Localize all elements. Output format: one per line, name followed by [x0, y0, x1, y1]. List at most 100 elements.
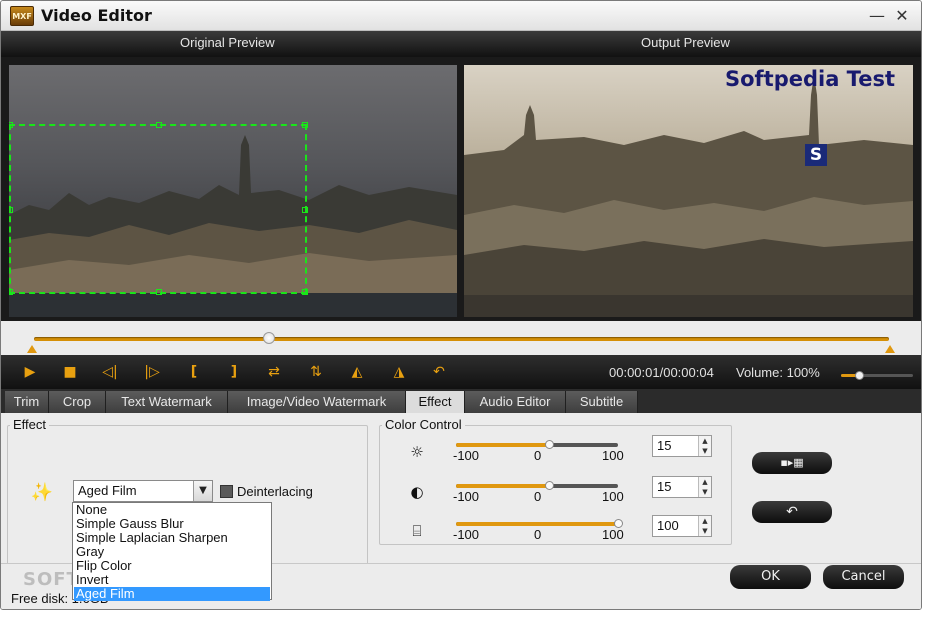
saturation-spinner[interactable]: ▲ ▼ [698, 516, 711, 536]
effect-option-gauss-blur[interactable]: Simple Gauss Blur [74, 517, 270, 531]
saturation-value-input[interactable]: 100 ▲ ▼ [652, 515, 712, 537]
brightness-fill [456, 443, 550, 447]
crop-handle[interactable] [9, 122, 13, 128]
window-title: Video Editor [41, 6, 152, 25]
contrast-min-label: -100 [453, 489, 480, 504]
saturation-value: 100 [657, 518, 679, 533]
saturation-mid-label: 0 [534, 527, 542, 542]
saturation-slider[interactable] [456, 519, 623, 528]
tab-effect[interactable]: Effect [406, 391, 465, 413]
trim-start-marker[interactable] [27, 345, 37, 353]
app-icon: MXF [10, 6, 34, 26]
tab-audio-editor[interactable]: Audio Editor [465, 391, 566, 413]
swap-button[interactable]: ⇄ [263, 362, 285, 382]
crop-handle[interactable] [9, 289, 13, 295]
volume-slider[interactable] [841, 371, 913, 380]
spin-up-icon[interactable]: ▲ [699, 516, 711, 526]
split-button[interactable]: ⇅ [305, 362, 327, 382]
undo-button[interactable]: ↶ [428, 362, 450, 382]
tab-image-video-watermark[interactable]: Image/Video Watermark [228, 391, 406, 413]
playback-control-bar: ▶ ■ ◁| |▷ [ ] ⇄ ⇅ ◭ ◮ ↶ 00:00:01/00:00:0… [1, 355, 921, 389]
effect-option-none[interactable]: None [74, 503, 270, 517]
apply-to-all-button[interactable]: ▪▸▦ [752, 452, 832, 474]
contrast-value: 15 [657, 479, 672, 494]
contrast-spinner[interactable]: ▲ ▼ [698, 477, 711, 497]
spin-down-icon[interactable]: ▼ [699, 446, 711, 456]
original-preview-label: Original Preview [180, 35, 275, 50]
brightness-value-input[interactable]: 15 ▲ ▼ [652, 435, 712, 457]
contrast-max-label: 100 [602, 489, 624, 504]
effect-option-gray[interactable]: Gray [74, 545, 270, 559]
contrast-value-input[interactable]: 15 ▲ ▼ [652, 476, 712, 498]
crop-handle[interactable] [302, 289, 308, 295]
effect-option-flip-color[interactable]: Flip Color [74, 559, 270, 573]
saturation-icon: ⌸ [412, 522, 422, 540]
spin-up-icon[interactable]: ▲ [699, 436, 711, 446]
minimize-button[interactable]: — [867, 6, 887, 26]
deinterlacing-checkbox[interactable] [220, 485, 233, 498]
brightness-spinner[interactable]: ▲ ▼ [698, 436, 711, 456]
saturation-min-label: -100 [453, 527, 480, 542]
effect-option-laplacian-sharpen[interactable]: Simple Laplacian Sharpen [74, 531, 270, 545]
cancel-button[interactable]: Cancel [823, 565, 904, 589]
tab-subtitle[interactable]: Subtitle [566, 391, 638, 413]
next-frame-button[interactable]: |▷ [141, 362, 163, 382]
title-bar: MXF Video Editor — ✕ [1, 1, 921, 31]
deinterlacing-label: Deinterlacing [237, 484, 313, 499]
spin-down-icon[interactable]: ▼ [699, 526, 711, 536]
spin-up-icon[interactable]: ▲ [699, 477, 711, 487]
brightness-value: 15 [657, 438, 672, 453]
effect-option-invert[interactable]: Invert [74, 573, 270, 587]
contrast-icon: ◐ [410, 483, 424, 501]
effect-group-label: Effect [10, 417, 50, 432]
preview-area: Softpedia Test S [1, 57, 921, 355]
output-city-skyline [464, 75, 913, 317]
watermark-text: Softpedia Test [724, 67, 895, 91]
effect-select[interactable]: Aged Film ▼ [73, 480, 213, 502]
ok-button[interactable]: OK [730, 565, 811, 589]
timeline-track[interactable] [34, 337, 889, 341]
close-button[interactable]: ✕ [892, 6, 912, 26]
tab-bar: Trim Crop Text Watermark Image/Video Wat… [1, 389, 921, 413]
mark-in-button[interactable]: [ [183, 362, 205, 382]
original-preview[interactable] [9, 65, 457, 317]
crop-handle[interactable] [302, 207, 308, 213]
saturation-fill [456, 522, 618, 526]
crop-handle[interactable] [9, 207, 13, 213]
tab-text-watermark[interactable]: Text Watermark [106, 391, 228, 413]
crop-handle[interactable] [156, 289, 162, 295]
previous-frame-button[interactable]: ◁| [99, 362, 121, 382]
effect-select-value: Aged Film [78, 483, 137, 498]
time-readout: 00:00:01/00:00:04 [609, 365, 714, 380]
reset-button[interactable]: ↶ [752, 501, 832, 523]
output-preview: Softpedia Test S [464, 65, 913, 317]
volume-thumb[interactable] [855, 371, 864, 380]
brightness-min-label: -100 [453, 448, 480, 463]
contrast-slider[interactable] [456, 481, 618, 490]
spin-down-icon[interactable]: ▼ [699, 487, 711, 497]
flip-horizontal-button[interactable]: ◭ [346, 362, 368, 382]
effect-dropdown-list[interactable]: None Simple Gauss Blur Simple Laplacian … [72, 502, 272, 601]
stop-button[interactable]: ■ [59, 362, 81, 382]
brightness-mid-label: 0 [534, 448, 542, 463]
flip-vertical-button[interactable]: ◮ [388, 362, 410, 382]
chevron-down-icon[interactable]: ▼ [193, 481, 212, 501]
crop-box[interactable] [9, 122, 308, 295]
tab-trim[interactable]: Trim [5, 391, 49, 413]
tab-crop[interactable]: Crop [49, 391, 106, 413]
crop-handle[interactable] [156, 122, 162, 128]
timeline-playhead[interactable] [263, 332, 276, 344]
trim-end-marker[interactable] [885, 345, 895, 353]
volume-label: Volume: 100% [736, 365, 820, 380]
brightness-icon: ☼ [410, 443, 424, 461]
contrast-mid-label: 0 [534, 489, 542, 504]
mark-out-button[interactable]: ] [223, 362, 245, 382]
brightness-slider[interactable] [456, 440, 618, 449]
magic-wand-icon: ✨ [30, 482, 54, 503]
color-control-label: Color Control [382, 417, 465, 432]
brightness-max-label: 100 [602, 448, 624, 463]
play-button[interactable]: ▶ [19, 362, 41, 382]
crop-handle[interactable] [302, 122, 308, 128]
effect-option-aged-film[interactable]: Aged Film [74, 587, 270, 601]
timeline[interactable] [1, 321, 921, 355]
